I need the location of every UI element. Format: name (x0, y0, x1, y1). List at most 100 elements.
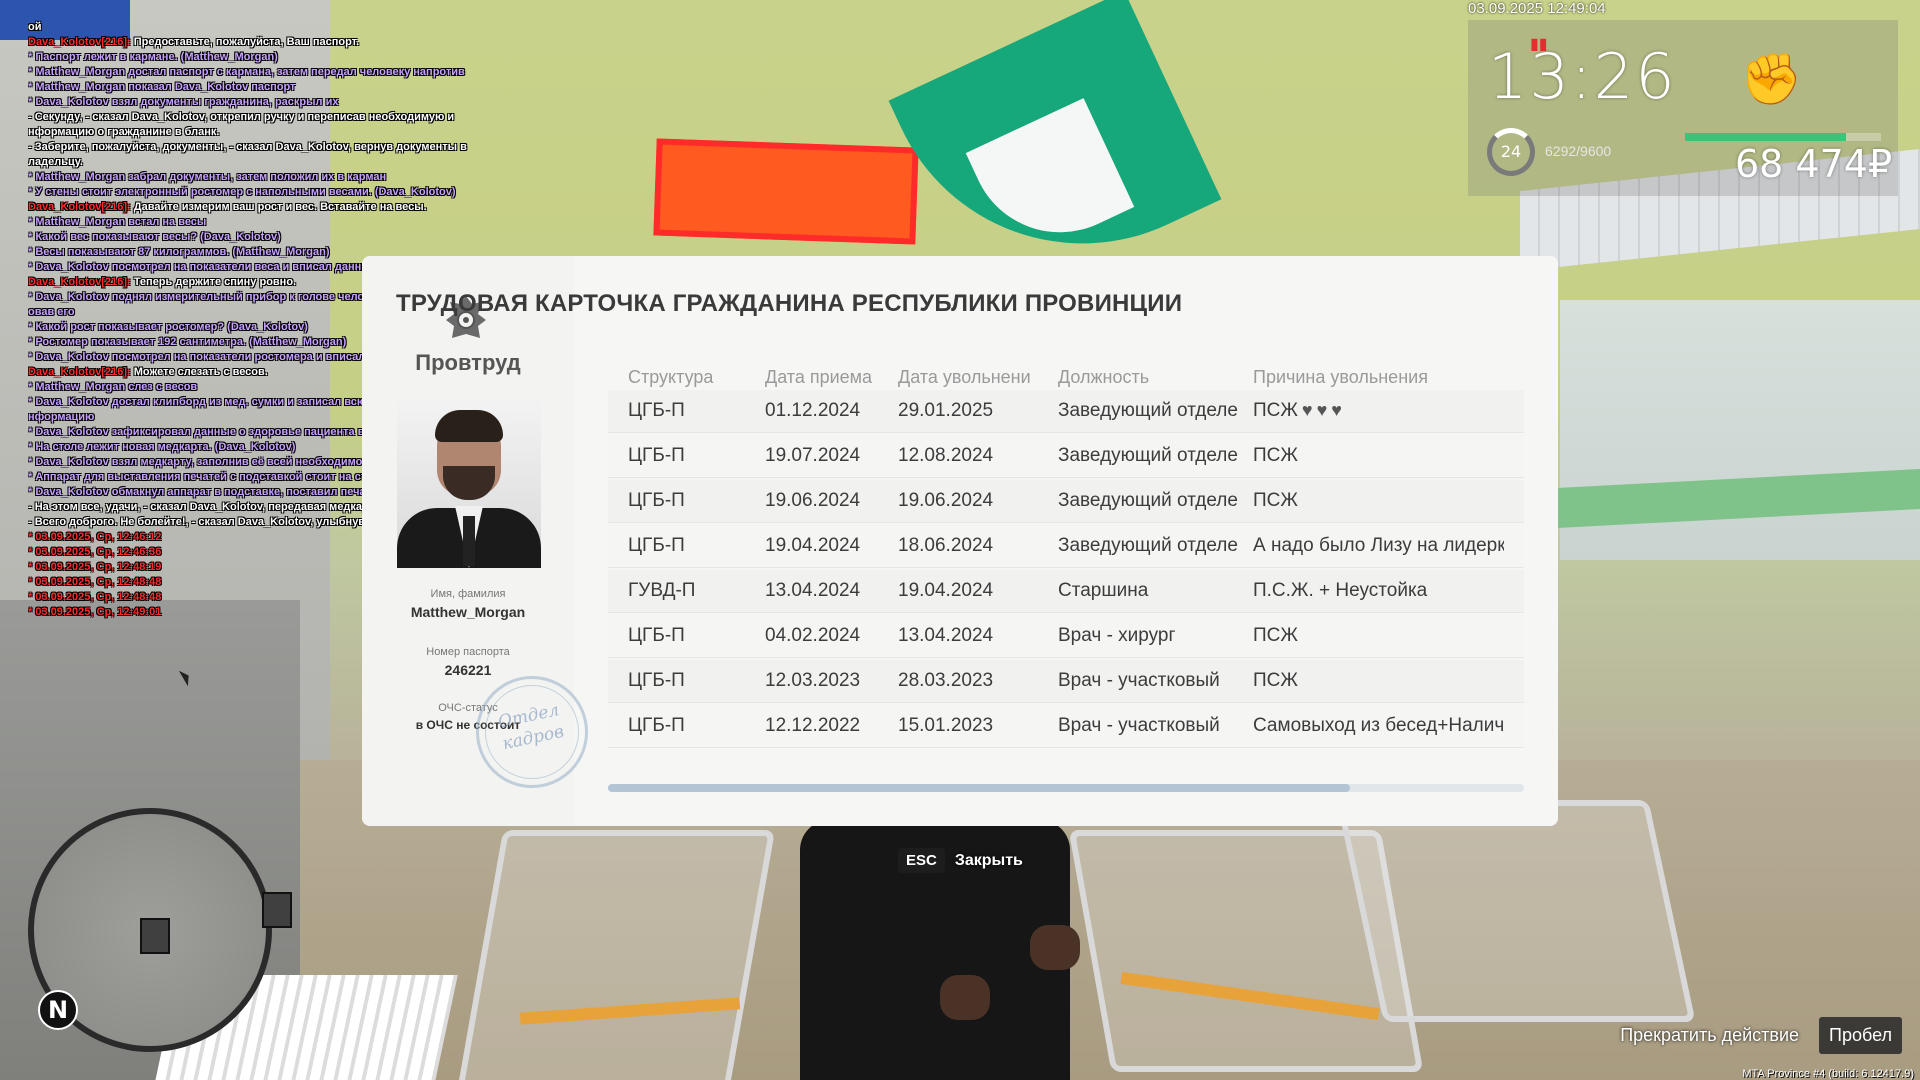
chat-line: Dava_Kolotov[216]: Предоставьте, пожалуй… (28, 35, 528, 50)
chat-nickname: Dava_Kolotov[216]: (28, 201, 131, 213)
horizontal-scrollbar[interactable] (608, 784, 1524, 792)
chat-nickname: Dava_Kolotov[216]: (28, 276, 131, 288)
chat-text: Можете слезать с весов. (130, 366, 268, 378)
money-counter: 68 474₽ (1735, 142, 1893, 186)
cell-position: Старшина (1058, 580, 1253, 602)
cell-structure-text: ЦГБ-П (628, 715, 685, 736)
cell-fired-text: 28.03.2023 (898, 670, 994, 691)
cell-hired-text: 19.06.2024 (765, 490, 861, 511)
photo-beard (443, 466, 495, 500)
table-body: ЦГБ-П 01.12.2024 29.01.2025 Заведующий отде… (608, 390, 1524, 748)
cell-structure: ЦГБ-П (608, 535, 765, 557)
esc-key-badge[interactable]: ESC (898, 848, 945, 873)
cell-reason: Самовыход из бесед+Наличи (1253, 715, 1504, 737)
table-row: ЦГБ-П 12.03.2023 28.03.2023 Врач - участков… (608, 660, 1524, 703)
column-header-position: Должность (1058, 367, 1150, 387)
cell-hired: 01.12.2024 (765, 400, 898, 422)
cell-reason-text: Самовыход из бесед+Наличи (1253, 715, 1504, 736)
space-key-button[interactable]: Пробел (1819, 1017, 1902, 1054)
chat-line: ой (28, 21, 42, 33)
cell-structure: ЦГБ-П (608, 445, 765, 467)
cell-fired: 28.03.2023 (898, 670, 1058, 692)
cell-structure-text: ЦГБ-П (628, 400, 685, 421)
table-row: ЦГБ-П 04.02.2024 13.04.2024 Врач - хирург ПС… (608, 615, 1524, 658)
cell-position: Заведующий отделе (1058, 490, 1253, 512)
chat-text: Теперь держите спину ровно. (130, 276, 297, 288)
chat-line: * Паспорт лежит в кармане. (Matthew_Morg… (28, 51, 278, 63)
passport-value: 246221 (444, 662, 492, 678)
cell-reason-text: ПСЖ (1253, 670, 1298, 691)
cell-reason-text: ПСЖ (1253, 625, 1298, 646)
cell-reason: ПСЖ ♥ ♥ ♥ (1253, 400, 1504, 422)
cell-position-text: Врач - участковый (1058, 670, 1220, 691)
cell-structure: ЦГБ-П (608, 670, 765, 692)
table-row: ЦГБ-П 19.04.2024 18.06.2024 Заведующий отде… (608, 525, 1524, 568)
name-label: Имя, фамилия (430, 588, 506, 600)
cell-reason: П.С.Ж. + Неустойка (1253, 580, 1504, 602)
cell-fired-text: 12.08.2024 (898, 445, 994, 466)
cell-position: Заведующий отделе (1058, 535, 1253, 557)
chat-line: * У стены стоит электронный ростомер с н… (28, 186, 456, 198)
cell-hired: 19.07.2024 (765, 445, 898, 467)
cell-structure: ЦГБ-П (608, 715, 765, 737)
scrollbar-thumb[interactable] (608, 784, 1350, 792)
passport-label: Номер паспорта (426, 646, 510, 658)
action-prompt[interactable]: Прекратить действие Пробел (1620, 1017, 1902, 1054)
cell-hired-text: 12.03.2023 (765, 670, 861, 691)
cell-fired-text: 29.01.2025 (898, 400, 994, 421)
cell-structure-text: ЦГБ-П (628, 490, 685, 511)
cell-position: Заведующий отделе (1058, 445, 1253, 467)
cell-hired-text: 19.07.2024 (765, 445, 861, 466)
heart-icon: ♥ (1331, 400, 1342, 420)
cell-fired: 19.06.2024 (898, 490, 1058, 512)
cell-hired: 12.03.2023 (765, 670, 898, 692)
close-label[interactable]: Закрыть (955, 852, 1023, 870)
table-row: ГУВД-П 13.04.2024 19.04.2024 Старшина П.С.Ж.… (608, 570, 1524, 613)
chat-nickname: Dava_Kolotov[216]: (28, 36, 131, 48)
cell-fired-text: 19.06.2024 (898, 490, 994, 511)
cell-fired: 29.01.2025 (898, 400, 1058, 422)
heart-icon: ♥ (1301, 400, 1313, 420)
citizen-photo (397, 398, 541, 568)
employment-table: Структура Дата приема Дата увольнени Дол… (608, 360, 1524, 748)
cell-hired-text: 04.02.2024 (765, 625, 861, 646)
stop-action-label[interactable]: Прекратить действие (1620, 1025, 1799, 1046)
cell-structure-text: ЦГБ-П (628, 670, 685, 691)
chat-line: - Заберите, пожалуйста, документы, - ска… (28, 141, 467, 153)
fist-icon: ✊ (1740, 50, 1803, 108)
chat-text: Предоставьте, пожалуйста, Ваш паспорт. (130, 36, 360, 48)
chat-line: ладельцу. (28, 156, 83, 168)
cell-reason: А надо было Лизу на лидерк (1253, 535, 1504, 557)
cell-reason-text: ПСЖ (1253, 445, 1298, 466)
heart-icon: ♥ (1316, 400, 1328, 420)
cell-reason: ПСЖ (1253, 490, 1504, 512)
cell-structure-text: ГУВД-П (628, 580, 696, 601)
cell-structure: ГУВД-П (608, 580, 765, 602)
cell-position-text: Врач - хирург (1058, 625, 1176, 646)
chat-nickname: Dava_Kolotov[216]: (28, 366, 131, 378)
hud-clock: 13:26 (1488, 40, 1677, 113)
table-row: ЦГБ-П 19.06.2024 19.06.2024 Заведующий отде… (608, 480, 1524, 523)
close-hint[interactable]: ESC Закрыть (898, 848, 1023, 873)
table-row: ЦГБ-П 19.07.2024 12.08.2024 Заведующий отде… (608, 435, 1524, 478)
chat-line: * Matthew_Morgan забрал документы, затем… (28, 171, 387, 183)
cell-structure-text: ЦГБ-П (628, 625, 685, 646)
chat-text: Давайте измерим ваш рост и вес. Вставайт… (130, 201, 427, 213)
cell-reason: ПСЖ (1253, 670, 1504, 692)
store-sign-red (653, 138, 919, 245)
cell-position-text: Заведующий отделе (1058, 535, 1238, 556)
cell-structure: ЦГБ-П (608, 490, 765, 512)
xp-counter: 6292/9600 (1545, 143, 1612, 159)
table-header: Структура Дата приема Дата увольнени Дол… (608, 360, 1524, 388)
cell-fired: 13.04.2024 (898, 625, 1058, 647)
bench (456, 830, 776, 1080)
cell-position: Врач - участковый (1058, 715, 1253, 737)
minimap-blip-icon (140, 918, 170, 954)
compass-north-icon: N (38, 990, 78, 1030)
chat-line: * Matthew_Morgan встал на весы (28, 216, 207, 228)
name-value: Matthew_Morgan (410, 604, 526, 620)
cell-position-text: Заведующий отделе (1058, 400, 1238, 421)
photo-tie (463, 516, 475, 566)
photo-hair (435, 410, 503, 442)
cell-reason-text: ПСЖ (1253, 490, 1298, 511)
